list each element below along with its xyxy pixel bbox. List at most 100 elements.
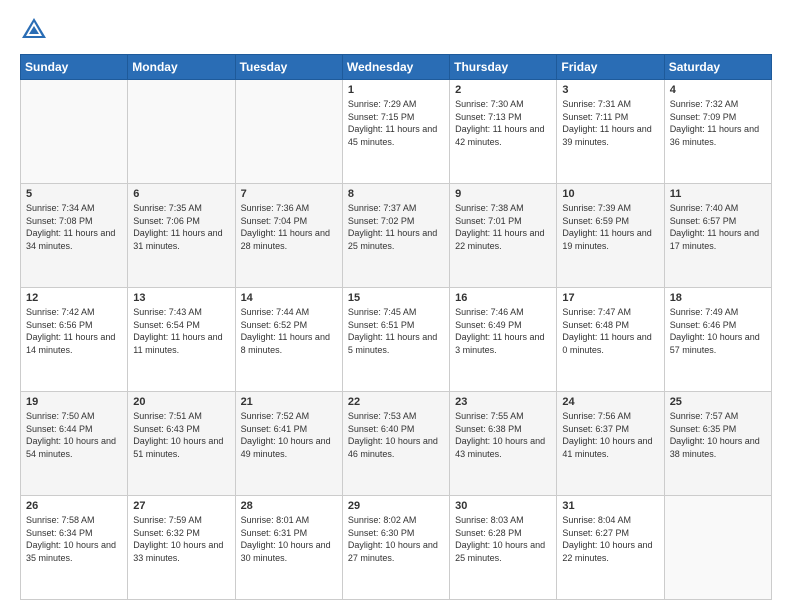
day-number: 26 bbox=[26, 500, 122, 512]
calendar-cell: 11 Sunrise: 7:40 AM Sunset: 6:57 PM Dayli… bbox=[664, 184, 771, 288]
calendar-cell: 27Sunrise: 7:59 AM Sunset: 6:32 PM Dayli… bbox=[128, 496, 235, 600]
calendar-cell: 13Sunrise: 7:43 AM Sunset: 6:54 PM Dayli… bbox=[128, 288, 235, 392]
day-info: Sunrise: 7:50 AM Sunset: 6:44 PM Dayligh… bbox=[26, 410, 122, 460]
day-number: 10 bbox=[562, 188, 658, 200]
day-number: 5 bbox=[26, 188, 122, 200]
weekday-header: Monday bbox=[128, 55, 235, 80]
calendar-cell: 16 Sunrise: 7:46 AM Sunset: 6:49 PM Dayli… bbox=[450, 288, 557, 392]
day-number: 2 bbox=[455, 84, 551, 96]
day-number: 31 bbox=[562, 500, 658, 512]
day-number: 9 bbox=[455, 188, 551, 200]
day-number: 20 bbox=[133, 396, 229, 408]
day-info: Sunrise: 7:56 AM Sunset: 6:37 PM Dayligh… bbox=[562, 410, 658, 460]
calendar-week-row: 1 Sunrise: 7:29 AM Sunset: 7:15 PM Daylig… bbox=[21, 80, 772, 184]
calendar-cell: 21 Sunrise: 7:52 AM Sunset: 6:41 PM Dayli… bbox=[235, 392, 342, 496]
calendar-cell: 12 Sunrise: 7:42 AM Sunset: 6:56 PM Dayli… bbox=[21, 288, 128, 392]
day-info: Sunrise: 7:42 AM Sunset: 6:56 PM Dayligh… bbox=[26, 306, 122, 356]
calendar-cell: 26Sunrise: 7:58 AM Sunset: 6:34 PM Dayli… bbox=[21, 496, 128, 600]
day-info: Sunrise: 7:55 AM Sunset: 6:38 PM Dayligh… bbox=[455, 410, 551, 460]
day-info: Sunrise: 7:53 AM Sunset: 6:40 PM Dayligh… bbox=[348, 410, 444, 460]
logo bbox=[20, 16, 52, 44]
calendar-week-row: 19 Sunrise: 7:50 AM Sunset: 6:44 PM Dayli… bbox=[21, 392, 772, 496]
day-info: Sunrise: 7:45 AM Sunset: 6:51 PM Dayligh… bbox=[348, 306, 444, 356]
calendar-cell: 3 Sunrise: 7:31 AM Sunset: 7:11 PM Daylig… bbox=[557, 80, 664, 184]
calendar-cell: 10 Sunrise: 7:39 AM Sunset: 6:59 PM Dayli… bbox=[557, 184, 664, 288]
calendar-week-row: 5 Sunrise: 7:34 AM Sunset: 7:08 PM Daylig… bbox=[21, 184, 772, 288]
day-info: Sunrise: 7:59 AM Sunset: 6:32 PM Dayligh… bbox=[133, 514, 229, 564]
day-number: 22 bbox=[348, 396, 444, 408]
weekday-header: Thursday bbox=[450, 55, 557, 80]
calendar-cell: 2 Sunrise: 7:30 AM Sunset: 7:13 PM Daylig… bbox=[450, 80, 557, 184]
day-number: 4 bbox=[670, 84, 766, 96]
calendar-table: SundayMondayTuesdayWednesdayThursdayFrid… bbox=[20, 54, 772, 600]
day-info: Sunrise: 7:47 AM Sunset: 6:48 PM Dayligh… bbox=[562, 306, 658, 356]
day-info: Sunrise: 8:01 AM Sunset: 6:31 PM Dayligh… bbox=[241, 514, 337, 564]
calendar-cell: 6Sunrise: 7:35 AM Sunset: 7:06 PM Daylig… bbox=[128, 184, 235, 288]
weekday-header-row: SundayMondayTuesdayWednesdayThursdayFrid… bbox=[21, 55, 772, 80]
weekday-header: Friday bbox=[557, 55, 664, 80]
day-info: Sunrise: 7:30 AM Sunset: 7:13 PM Dayligh… bbox=[455, 98, 551, 148]
calendar-cell bbox=[664, 496, 771, 600]
calendar-cell: 20Sunrise: 7:51 AM Sunset: 6:43 PM Dayli… bbox=[128, 392, 235, 496]
day-number: 18 bbox=[670, 292, 766, 304]
day-number: 28 bbox=[241, 500, 337, 512]
day-info: Sunrise: 7:29 AM Sunset: 7:15 PM Dayligh… bbox=[348, 98, 444, 148]
day-info: Sunrise: 7:52 AM Sunset: 6:41 PM Dayligh… bbox=[241, 410, 337, 460]
calendar-cell: 24Sunrise: 7:56 AM Sunset: 6:37 PM Dayli… bbox=[557, 392, 664, 496]
header bbox=[20, 16, 772, 44]
day-number: 7 bbox=[241, 188, 337, 200]
day-info: Sunrise: 8:04 AM Sunset: 6:27 PM Dayligh… bbox=[562, 514, 658, 564]
calendar-cell: 18 Sunrise: 7:49 AM Sunset: 6:46 PM Dayli… bbox=[664, 288, 771, 392]
calendar-cell: 31 Sunrise: 8:04 AM Sunset: 6:27 PM Dayli… bbox=[557, 496, 664, 600]
day-number: 25 bbox=[670, 396, 766, 408]
calendar-cell: 1 Sunrise: 7:29 AM Sunset: 7:15 PM Daylig… bbox=[342, 80, 449, 184]
day-number: 21 bbox=[241, 396, 337, 408]
day-info: Sunrise: 7:31 AM Sunset: 7:11 PM Dayligh… bbox=[562, 98, 658, 148]
calendar-cell: 4 Sunrise: 7:32 AM Sunset: 7:09 PM Daylig… bbox=[664, 80, 771, 184]
day-number: 1 bbox=[348, 84, 444, 96]
page: SundayMondayTuesdayWednesdayThursdayFrid… bbox=[0, 0, 792, 612]
calendar-cell bbox=[235, 80, 342, 184]
calendar-cell bbox=[128, 80, 235, 184]
day-info: Sunrise: 7:36 AM Sunset: 7:04 PM Dayligh… bbox=[241, 202, 337, 252]
day-number: 17 bbox=[562, 292, 658, 304]
calendar-cell: 17 Sunrise: 7:47 AM Sunset: 6:48 PM Dayli… bbox=[557, 288, 664, 392]
day-number: 19 bbox=[26, 396, 122, 408]
calendar-cell: 29Sunrise: 8:02 AM Sunset: 6:30 PM Dayli… bbox=[342, 496, 449, 600]
day-number: 16 bbox=[455, 292, 551, 304]
calendar-cell: 5 Sunrise: 7:34 AM Sunset: 7:08 PM Daylig… bbox=[21, 184, 128, 288]
weekday-header: Wednesday bbox=[342, 55, 449, 80]
logo-icon bbox=[20, 16, 48, 44]
day-number: 29 bbox=[348, 500, 444, 512]
day-info: Sunrise: 7:32 AM Sunset: 7:09 PM Dayligh… bbox=[670, 98, 766, 148]
day-number: 12 bbox=[26, 292, 122, 304]
calendar-cell: 19 Sunrise: 7:50 AM Sunset: 6:44 PM Dayli… bbox=[21, 392, 128, 496]
day-info: Sunrise: 7:57 AM Sunset: 6:35 PM Dayligh… bbox=[670, 410, 766, 460]
weekday-header: Sunday bbox=[21, 55, 128, 80]
day-info: Sunrise: 7:37 AM Sunset: 7:02 PM Dayligh… bbox=[348, 202, 444, 252]
calendar-cell: 25 Sunrise: 7:57 AM Sunset: 6:35 PM Dayli… bbox=[664, 392, 771, 496]
calendar-cell: 23Sunrise: 7:55 AM Sunset: 6:38 PM Dayli… bbox=[450, 392, 557, 496]
day-number: 11 bbox=[670, 188, 766, 200]
day-info: Sunrise: 7:38 AM Sunset: 7:01 PM Dayligh… bbox=[455, 202, 551, 252]
day-info: Sunrise: 7:35 AM Sunset: 7:06 PM Dayligh… bbox=[133, 202, 229, 252]
day-number: 30 bbox=[455, 500, 551, 512]
day-number: 8 bbox=[348, 188, 444, 200]
day-info: Sunrise: 7:34 AM Sunset: 7:08 PM Dayligh… bbox=[26, 202, 122, 252]
day-number: 15 bbox=[348, 292, 444, 304]
day-number: 3 bbox=[562, 84, 658, 96]
weekday-header: Saturday bbox=[664, 55, 771, 80]
calendar-cell bbox=[21, 80, 128, 184]
calendar-cell: 28 Sunrise: 8:01 AM Sunset: 6:31 PM Dayli… bbox=[235, 496, 342, 600]
calendar-week-row: 12 Sunrise: 7:42 AM Sunset: 6:56 PM Dayli… bbox=[21, 288, 772, 392]
day-info: Sunrise: 7:40 AM Sunset: 6:57 PM Dayligh… bbox=[670, 202, 766, 252]
calendar-cell: 8 Sunrise: 7:37 AM Sunset: 7:02 PM Daylig… bbox=[342, 184, 449, 288]
calendar-cell: 9 Sunrise: 7:38 AM Sunset: 7:01 PM Daylig… bbox=[450, 184, 557, 288]
day-info: Sunrise: 8:03 AM Sunset: 6:28 PM Dayligh… bbox=[455, 514, 551, 564]
day-info: Sunrise: 7:46 AM Sunset: 6:49 PM Dayligh… bbox=[455, 306, 551, 356]
day-number: 14 bbox=[241, 292, 337, 304]
day-info: Sunrise: 7:49 AM Sunset: 6:46 PM Dayligh… bbox=[670, 306, 766, 356]
day-info: Sunrise: 7:39 AM Sunset: 6:59 PM Dayligh… bbox=[562, 202, 658, 252]
calendar-week-row: 26Sunrise: 7:58 AM Sunset: 6:34 PM Dayli… bbox=[21, 496, 772, 600]
calendar-cell: 7 Sunrise: 7:36 AM Sunset: 7:04 PM Daylig… bbox=[235, 184, 342, 288]
